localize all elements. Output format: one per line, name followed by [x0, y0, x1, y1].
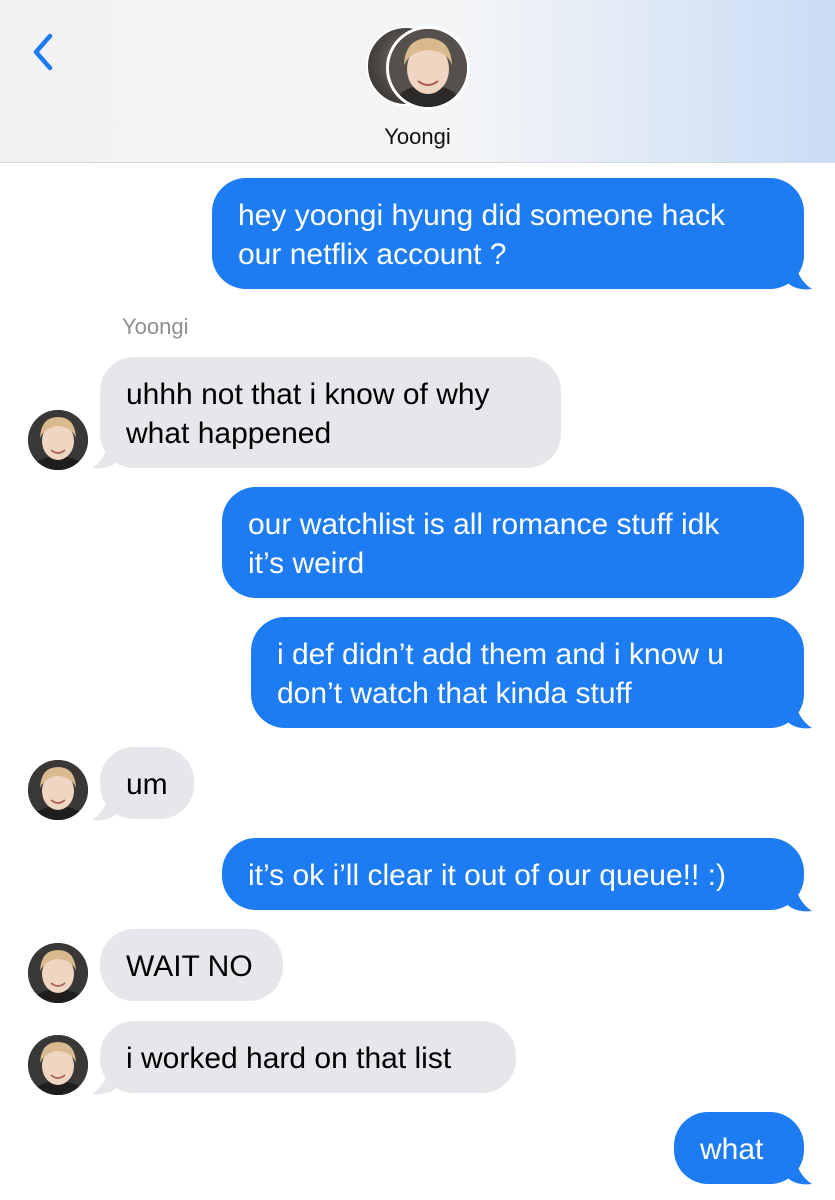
sender-label: Yoongi — [122, 314, 189, 339]
message-line: uhhh not that i know of why — [126, 378, 490, 411]
incoming-message[interactable]: uhhh not that i know of why what happene… — [100, 357, 561, 468]
bubble-tail — [92, 786, 118, 821]
message-line: hey yoongi hyung did someone hack — [238, 199, 726, 232]
contact-name[interactable]: Yoongi — [0, 124, 835, 150]
outgoing-message[interactable]: hey yoongi hyung did someone hack our ne… — [212, 178, 804, 289]
bubble-tail — [786, 255, 812, 290]
message-line: i def didn’t add them and i know u — [277, 638, 724, 671]
message-line: it’s weird — [248, 547, 365, 580]
avatar[interactable] — [28, 760, 88, 820]
chevron-left-icon[interactable] — [28, 30, 58, 74]
bubble-tail — [92, 1060, 118, 1095]
bubble-tail — [786, 694, 812, 729]
conversation-header: Yoongi — [0, 0, 835, 163]
contact-avatar[interactable] — [366, 26, 470, 110]
avatar[interactable] — [28, 1035, 88, 1095]
message-line: our watchlist is all romance stuff idk — [248, 508, 720, 541]
avatar-primary — [386, 26, 470, 110]
message-line: our netflix account ? — [238, 238, 507, 271]
incoming-message[interactable]: WAIT NO — [100, 929, 283, 1001]
outgoing-message[interactable]: our watchlist is all romance stuff idk i… — [222, 487, 804, 598]
outgoing-message[interactable]: what — [674, 1112, 804, 1184]
bubble-tail — [786, 1150, 812, 1185]
message-line: i worked hard on that list — [126, 1042, 452, 1075]
bubble-tail — [92, 434, 118, 469]
incoming-message[interactable]: i worked hard on that list — [100, 1021, 516, 1093]
bubble-tail — [786, 877, 812, 912]
message-line: it’s ok i’ll clear it out of our queue!!… — [248, 859, 727, 892]
avatar[interactable] — [28, 410, 88, 470]
message-line: um — [126, 768, 168, 801]
message-line: WAIT NO — [126, 950, 253, 983]
message-line: don’t watch that kinda stuff — [277, 677, 632, 710]
avatar[interactable] — [28, 943, 88, 1003]
message-line: what — [700, 1133, 764, 1166]
outgoing-message[interactable]: it’s ok i’ll clear it out of our queue!!… — [222, 838, 804, 910]
outgoing-message[interactable]: i def didn’t add them and i know u don’t… — [251, 617, 804, 728]
message-line: what happened — [126, 417, 332, 450]
